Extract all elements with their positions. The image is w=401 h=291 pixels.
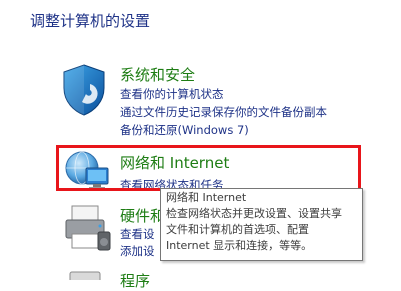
category-hardware-sound-title[interactable]: 硬件和 xyxy=(120,205,165,226)
link-backup-restore[interactable]: 备份和还原(Windows 7) xyxy=(120,122,249,138)
link-view-computer-status[interactable]: 查看你的计算机状态 xyxy=(120,86,224,102)
shield-icon[interactable] xyxy=(60,62,108,118)
tooltip-line-2: 文件和计算机的首选项、配置 xyxy=(166,223,309,236)
highlight-box xyxy=(56,145,361,191)
page-title: 调整计算机的设置 xyxy=(30,12,151,30)
link-view-devices-printers[interactable]: 查看设 xyxy=(120,226,155,242)
tooltip: 网络和 Internet 检查网络状态并更改设置、设置共享 文件和计算机的首选项… xyxy=(160,188,363,261)
link-add-device[interactable]: 添加设 xyxy=(120,243,155,259)
programs-icon[interactable] xyxy=(66,268,106,280)
category-programs-title[interactable]: 程序 xyxy=(120,270,150,291)
printer-icon[interactable] xyxy=(62,204,112,252)
link-file-history-backup[interactable]: 通过文件历史记录保存你的文件备份副本 xyxy=(120,104,327,120)
tooltip-line-3: Internet 显示和连接，等等。 xyxy=(166,239,313,252)
tooltip-line-1: 检查网络状态并更改设置、设置共享 xyxy=(166,207,342,220)
category-system-security-title[interactable]: 系统和安全 xyxy=(120,64,195,85)
tooltip-title: 网络和 Internet xyxy=(166,191,247,204)
